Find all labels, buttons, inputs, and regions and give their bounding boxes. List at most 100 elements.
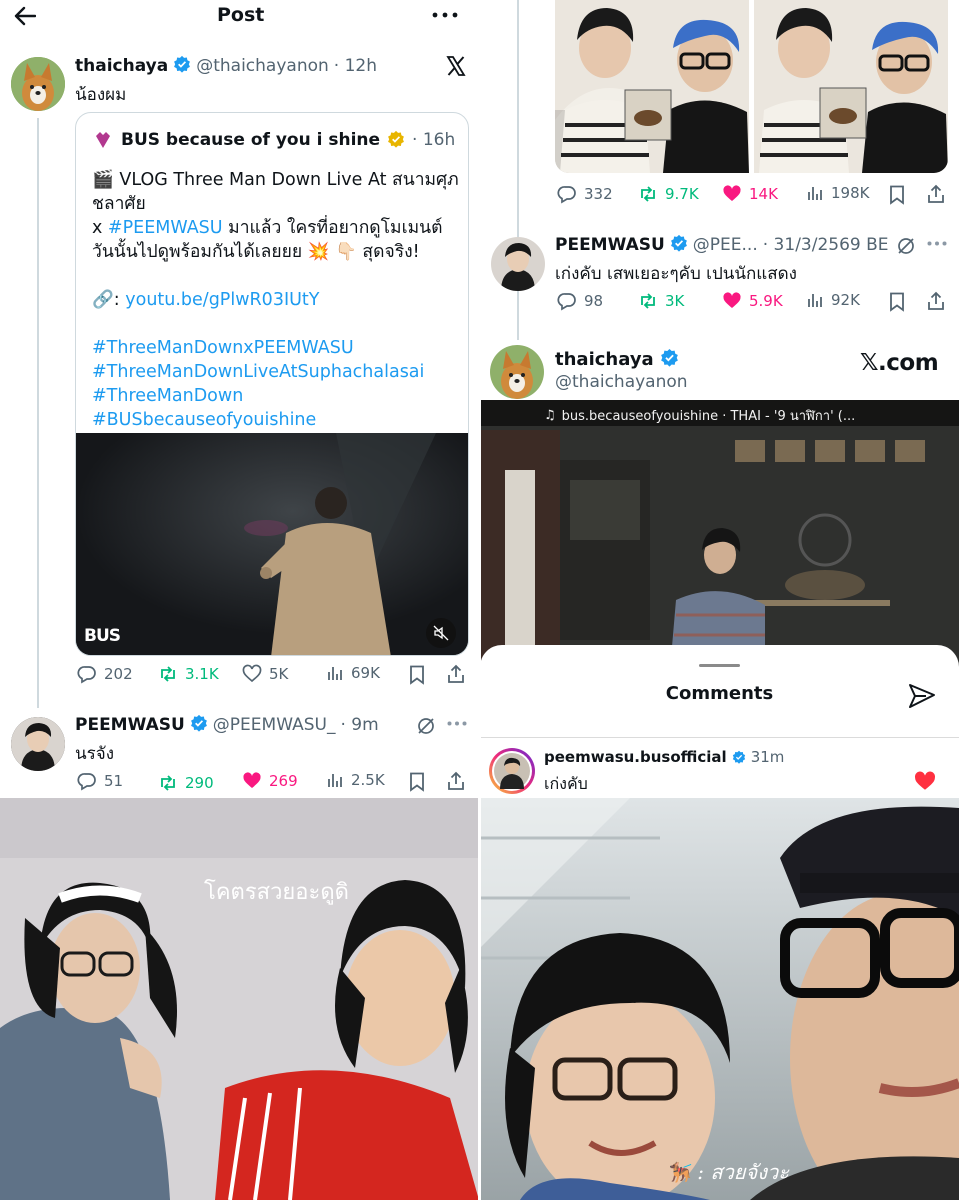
back-arrow-icon[interactable]	[14, 6, 36, 26]
grok-icon[interactable]	[896, 236, 916, 256]
bookmark-icon[interactable]	[888, 292, 906, 312]
send-icon[interactable]	[908, 683, 936, 709]
reply-repost-button[interactable]: 290	[158, 773, 214, 793]
reply-author-line: PEEMWASU @PEEMWASU_ · 9m	[75, 714, 379, 735]
reply-repost-button[interactable]: 3K	[638, 291, 684, 311]
music-bar[interactable]: ♫ bus.becauseofyouishine · THAI - '9 นาฬ…	[544, 405, 855, 426]
reply-author-avatar[interactable]	[11, 717, 65, 771]
share-icon[interactable]	[446, 664, 466, 684]
collage-divider	[478, 0, 481, 1200]
reply-author-handle[interactable]: @PEEMWASU_	[213, 715, 336, 735]
author-avatar[interactable]	[490, 345, 544, 399]
reply-author-avatar[interactable]	[491, 237, 545, 291]
quote-line: 🎬 VLOG Three Man Down Live At สนามศุภ	[92, 170, 459, 190]
repost-icon	[161, 666, 175, 682]
views-button[interactable]: 198K	[806, 184, 869, 202]
reply-author-handle[interactable]: @PEE...	[693, 235, 758, 255]
photo-caption: 🐕‍🦺 : สวยจังวะ	[666, 1160, 789, 1184]
reply-button[interactable]: 202	[77, 664, 133, 684]
reply-count: 332	[584, 185, 613, 203]
instagram-video[interactable]: ♫ bus.becauseofyouishine · THAI - '9 นาฬ…	[480, 400, 959, 670]
bookmark-icon[interactable]	[408, 665, 426, 685]
grok-icon[interactable]	[416, 716, 436, 736]
verified-badge-icon	[732, 748, 746, 766]
commenter-avatar[interactable]	[489, 748, 535, 794]
views-count: 92K	[831, 291, 860, 309]
repost-icon	[641, 186, 655, 202]
x-com-brand: 𝕏.com	[860, 350, 939, 376]
x-logo-icon	[446, 56, 466, 76]
views-icon	[808, 294, 822, 307]
comment-author[interactable]: peemwasu.busofficial	[544, 748, 727, 766]
views-icon	[328, 667, 342, 680]
concert-video[interactable]: BUS	[76, 433, 468, 655]
quote-author-name[interactable]: BUS because of you i shine	[121, 130, 380, 150]
reply-icon	[557, 293, 576, 311]
repost-button[interactable]: 3.1K	[158, 664, 219, 684]
repost-count: 3.1K	[185, 665, 219, 683]
share-icon[interactable]	[926, 291, 946, 311]
music-note-icon: ♫	[544, 408, 556, 423]
reply-author-name[interactable]: PEEMWASU	[555, 235, 665, 255]
hashtag-link[interactable]: #ThreeManDown	[92, 384, 457, 408]
youtube-link[interactable]: youtu.be/gPlwR03IUtY	[125, 290, 319, 310]
thread-line	[37, 118, 39, 708]
quoted-post-card[interactable]: BUS because of you i shine · 16h 🎬 VLOG …	[75, 112, 469, 656]
views-button[interactable]: 69K	[326, 664, 380, 682]
divider	[480, 737, 959, 738]
hashtag-link[interactable]: #ThreeManDownxPEEMWASU	[92, 336, 457, 360]
reply-more-icon[interactable]	[447, 721, 467, 726]
post-text: น้องผม	[75, 85, 127, 105]
card-author-handle[interactable]: @thaichayanon	[555, 372, 688, 392]
reply-button[interactable]: 332	[557, 184, 613, 204]
photo-left[interactable]	[555, 0, 749, 173]
quote-time: · 16h	[412, 130, 456, 150]
reply-more-icon[interactable]	[927, 241, 947, 246]
mute-icon[interactable]	[426, 618, 456, 648]
author-handle[interactable]: @thaichayanon	[196, 56, 329, 76]
bookmark-icon[interactable]	[408, 772, 426, 792]
quote-line: ชลาศัย	[92, 194, 146, 214]
heart-filled-icon[interactable]	[914, 771, 936, 791]
hashtag-link[interactable]: #BUSbecauseofyouishine	[92, 408, 457, 432]
photo-right[interactable]	[754, 0, 948, 173]
reply-like-button[interactable]: 269	[242, 771, 298, 791]
hashtag-link[interactable]: #ThreeManDownLiveAtSuphachalasai	[92, 360, 457, 384]
gold-verified-icon	[387, 130, 405, 151]
reply-author-name[interactable]: PEEMWASU	[75, 715, 185, 735]
reply-like-button[interactable]: 5.9K	[722, 291, 783, 311]
card-author-name[interactable]: thaichaya	[555, 349, 654, 370]
quote-author-line: BUS because of you i shine · 16h	[92, 129, 455, 151]
author-name[interactable]: thaichaya	[75, 56, 168, 76]
reply-reply-button[interactable]: 51	[77, 771, 123, 791]
like-count: 5.9K	[749, 292, 783, 310]
author-avatar[interactable]	[11, 57, 65, 111]
sheet-handle[interactable]	[699, 664, 740, 667]
quote-text: 🎬 VLOG Three Man Down Live At สนามศุภ ชล…	[92, 168, 459, 432]
share-icon[interactable]	[926, 184, 946, 204]
repost-count: 9.7K	[665, 185, 699, 203]
quote-link-line[interactable]: 🔗: youtu.be/gPlwR03IUtY	[92, 288, 457, 312]
right-instagram-screenshot: thaichaya @thaichayanon 𝕏.com ♫ bus.beca…	[480, 340, 959, 798]
verified-badge-icon	[190, 714, 208, 735]
reply-views-button[interactable]: 92K	[806, 291, 860, 309]
quote-line: วันนั้นไปดูพร้อมกันได้เลยยย 💥 👇🏻 สุดจริง…	[92, 242, 420, 262]
bookmark-icon[interactable]	[888, 185, 906, 205]
reply-views-button[interactable]: 2.5K	[326, 771, 385, 789]
page-title: Post	[217, 4, 265, 26]
more-options-icon[interactable]	[432, 12, 458, 18]
like-button[interactable]: 14K	[722, 184, 778, 204]
photo-bottom-right: 🐕‍🦺 : สวยจังวะ	[480, 798, 959, 1200]
share-icon[interactable]	[446, 771, 466, 791]
like-button[interactable]: 5K	[242, 664, 288, 684]
views-icon	[808, 187, 822, 200]
like-count: 14K	[749, 185, 778, 203]
card-author-line: thaichaya	[555, 348, 679, 370]
quote-line-mention: x #PEEMWASU มาแล้ว ใครที่อยากดูโมเมนต์	[92, 218, 443, 238]
repost-count: 290	[185, 774, 214, 792]
repost-button[interactable]: 9.7K	[638, 184, 699, 204]
heart-filled-icon	[723, 185, 741, 201]
left-post-screenshot: Post thaichaya @thaichayanon · 12h น้องผ…	[0, 0, 479, 798]
mention-hashtag[interactable]: #PEEMWASU	[108, 218, 223, 238]
reply-reply-button[interactable]: 98	[557, 291, 603, 311]
